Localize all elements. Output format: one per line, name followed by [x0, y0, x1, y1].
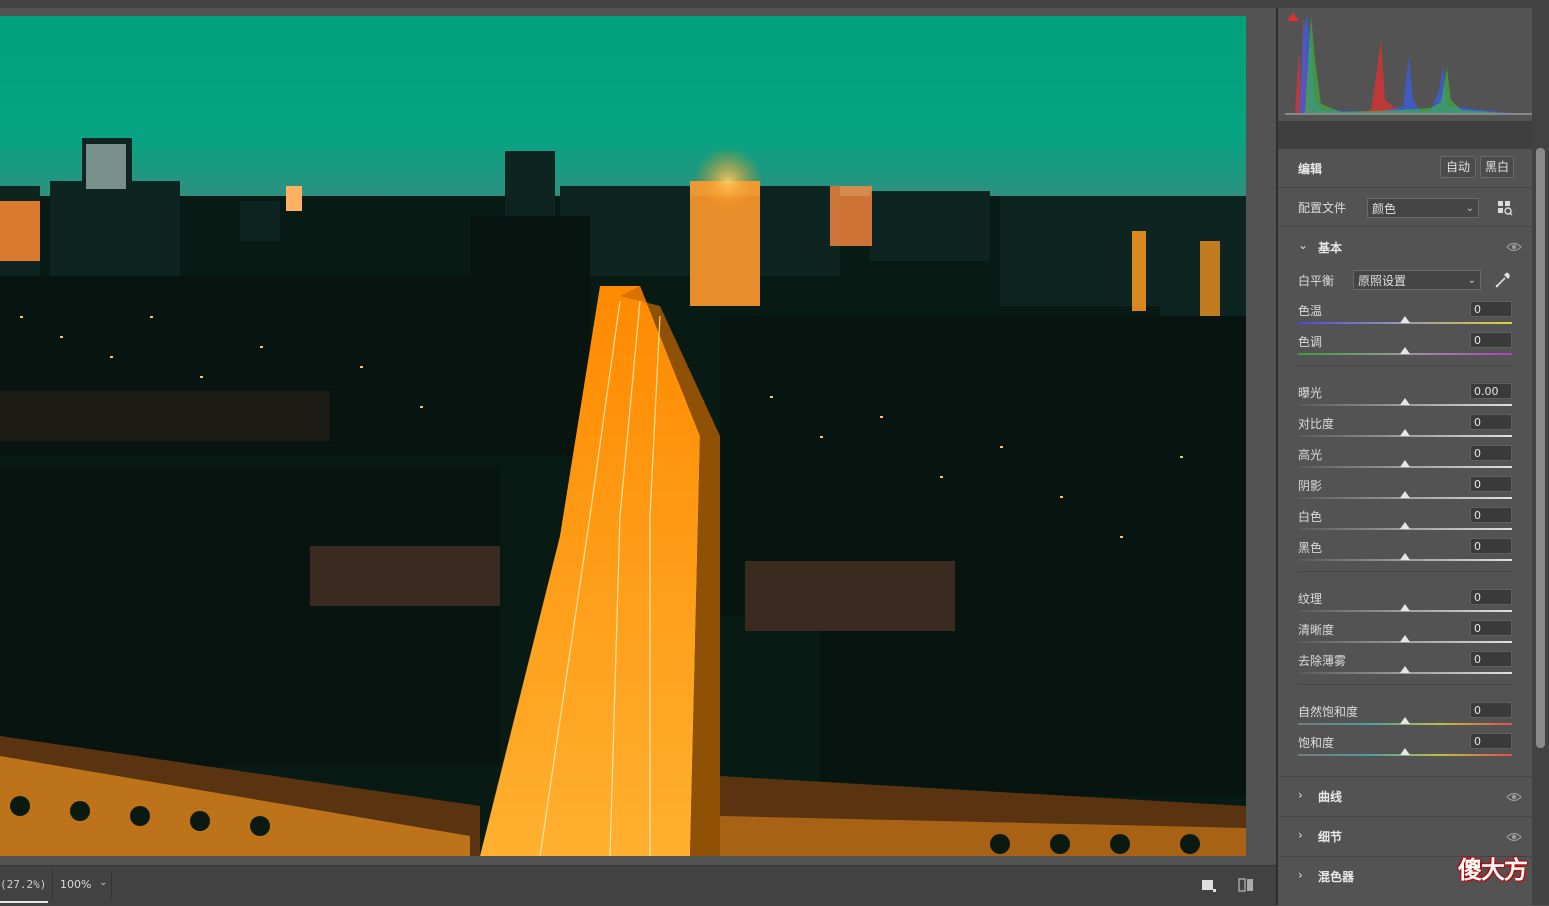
slider-group-divider	[1298, 365, 1512, 366]
top-toolbar-strip	[0, 0, 1549, 8]
profile-label: 配置文件	[1298, 201, 1347, 215]
slider-label: 黑色	[1298, 541, 1323, 555]
slider-label: 去除薄雾	[1298, 654, 1347, 668]
slider-label: 对比度	[1298, 417, 1335, 431]
slider-value-input[interactable]: 0	[1470, 414, 1512, 430]
chevron-right-icon: ›	[1298, 828, 1303, 842]
slider-value-input[interactable]: 0	[1470, 332, 1512, 348]
grid-icon[interactable]	[1497, 200, 1513, 219]
chevron-down-icon[interactable]: ⌄	[1298, 238, 1308, 252]
slider-label: 清晰度	[1298, 623, 1335, 637]
slider-value-input[interactable]: 0	[1470, 301, 1512, 317]
slider-thumb[interactable]	[1400, 491, 1410, 498]
slider-thumb[interactable]	[1400, 717, 1410, 724]
slider-value-input[interactable]: 0	[1470, 445, 1512, 461]
chevron-down-icon: ⌄	[99, 877, 108, 888]
slider-value-input[interactable]: 0	[1470, 538, 1512, 554]
white-balance-dropdown[interactable]: 原照设置 ⌄	[1353, 270, 1481, 290]
slider-label: 阴影	[1298, 479, 1323, 493]
slider-value-input[interactable]: 0.00	[1470, 383, 1512, 399]
slider-label: 色温	[1298, 304, 1323, 318]
edit-title: 编辑	[1298, 162, 1323, 176]
slider-thumb[interactable]	[1400, 460, 1410, 467]
watermark-logo: 傻大方	[1458, 856, 1528, 884]
slider-label: 白色	[1298, 510, 1323, 524]
slider-value-input[interactable]: 0	[1470, 620, 1512, 636]
slider-thumb[interactable]	[1400, 429, 1410, 436]
photo-preview[interactable]	[0, 16, 1246, 856]
slider-group-divider	[1298, 571, 1512, 572]
slider-label: 饱和度	[1298, 736, 1335, 750]
slider-value-input[interactable]: 0	[1470, 476, 1512, 492]
white-balance-value: 原照设置	[1358, 274, 1407, 288]
slider-label: 高光	[1298, 448, 1323, 462]
profile-value: 颜色	[1372, 202, 1397, 216]
scrollbar-thumb[interactable]	[1536, 148, 1545, 748]
black-white-button[interactable]: 黑白	[1480, 156, 1514, 178]
chevron-right-icon: ›	[1298, 868, 1303, 882]
shadow-clipping-warning-icon[interactable]	[1287, 13, 1299, 21]
slider-label: 曝光	[1298, 386, 1323, 400]
zoom-level-select[interactable]: 100% ⌄	[52, 871, 112, 899]
slider-thumb[interactable]	[1400, 748, 1410, 755]
edit-panel: ▲ 编辑 自动 黑白 配置文件 颜色 ⌄ ⌄ 基本 白平衡 原照设置 ⌄ 色温 0…	[1278, 8, 1544, 905]
section-color-mixer-title: 混色器	[1318, 870, 1355, 884]
panel-scrollbar[interactable]	[1532, 8, 1549, 905]
slider-thumb[interactable]	[1400, 347, 1410, 354]
slider-thumb[interactable]	[1400, 553, 1410, 560]
auto-button[interactable]: 自动	[1440, 156, 1476, 178]
section-detail-title: 细节	[1318, 830, 1343, 844]
slider-thumb[interactable]	[1400, 635, 1410, 642]
slider-group-divider	[1298, 684, 1512, 685]
slider-label: 纹理	[1298, 592, 1323, 606]
slider-thumb[interactable]	[1400, 604, 1410, 611]
slider-value-input[interactable]: 0	[1470, 507, 1512, 523]
chevron-right-icon: ›	[1298, 788, 1303, 802]
slider-thumb[interactable]	[1400, 398, 1410, 405]
edit-header: 编辑 自动 黑白	[1278, 150, 1532, 186]
slider-thumb[interactable]	[1400, 522, 1410, 529]
eye-icon[interactable]	[1506, 791, 1522, 803]
section-curves-title: 曲线	[1318, 790, 1343, 804]
before-after-icon[interactable]	[1238, 877, 1254, 893]
histogram: ▲	[1281, 10, 1544, 118]
slider-value-input[interactable]: 0	[1470, 589, 1512, 605]
zoom-percentage-readout: (27.2%)	[0, 878, 47, 891]
eye-icon[interactable]	[1506, 241, 1522, 253]
single-view-icon[interactable]	[1200, 877, 1216, 893]
canvas-status-bar: (27.2%) 100% ⌄	[0, 865, 1276, 906]
white-balance-label: 白平衡	[1298, 274, 1335, 288]
zoom-level-value: 100%	[60, 878, 92, 891]
eye-icon[interactable]	[1506, 831, 1522, 843]
slider-label: 自然饱和度	[1298, 705, 1359, 719]
basic-section-title[interactable]: 基本	[1318, 239, 1342, 256]
profile-dropdown[interactable]: 颜色 ⌄	[1367, 198, 1479, 218]
eyedropper-icon[interactable]	[1494, 271, 1512, 292]
slider-thumb[interactable]	[1400, 316, 1410, 323]
chevron-down-icon: ⌄	[1465, 203, 1474, 214]
zoom-indicator-underline	[0, 901, 48, 903]
chevron-down-icon: ⌄	[1467, 275, 1476, 286]
slider-label: 色调	[1298, 335, 1323, 349]
slider-value-input[interactable]: 0	[1470, 733, 1512, 749]
slider-value-input[interactable]: 0	[1470, 702, 1512, 718]
slider-thumb[interactable]	[1400, 666, 1410, 673]
slider-value-input[interactable]: 0	[1470, 651, 1512, 667]
section-curves[interactable]: › 曲线	[1278, 776, 1532, 815]
